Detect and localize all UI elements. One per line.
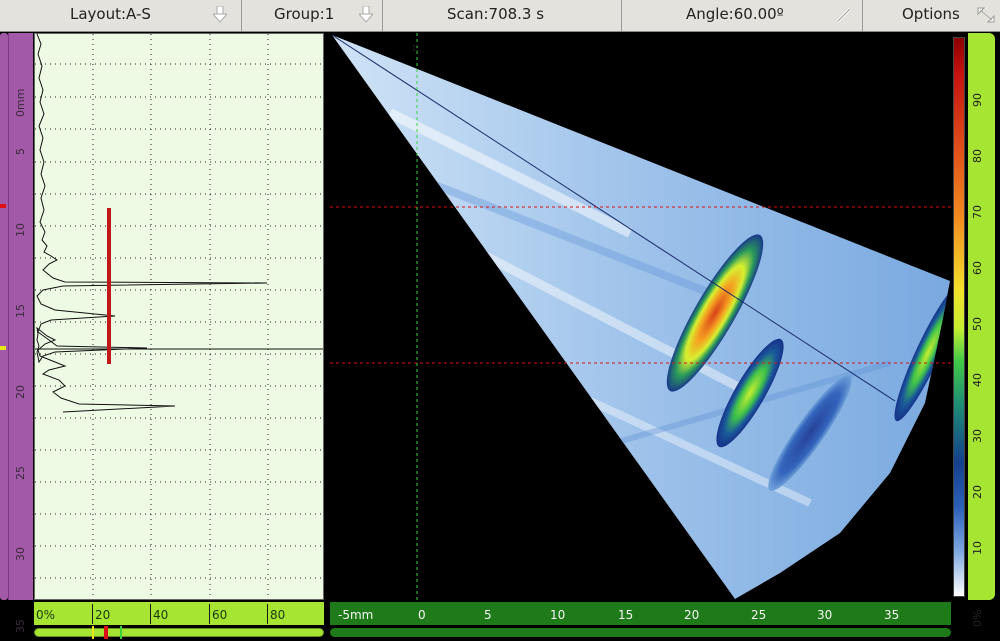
cursor-marker[interactable] — [120, 626, 122, 639]
amplitude-tick-mark — [92, 604, 93, 624]
depth-tick: 10 — [14, 223, 27, 237]
amplitude-tick: 0% — [36, 608, 56, 622]
depth-tick: 20 — [14, 385, 27, 399]
amplitude-tick: 60 — [212, 608, 228, 622]
depth-ruler[interactable]: 0mm 5 10 15 20 25 30 35 — [8, 33, 33, 633]
a-scan-waveform — [36, 34, 268, 413]
color-palette-bar — [953, 37, 965, 597]
gate-end-marker[interactable] — [0, 346, 6, 350]
index-slider-track[interactable] — [330, 628, 951, 637]
color-tick: 10 — [971, 541, 984, 555]
color-scale-ruler[interactable]: 90 80 70 60 50 40 30 20 10 0% — [968, 33, 995, 627]
depth-tick: 5 — [14, 148, 27, 155]
beam-fan — [332, 35, 950, 599]
index-tick: 30 — [817, 608, 833, 622]
scan-readout: Scan:708.3 s — [383, 0, 622, 31]
s-scan-panel[interactable]: ⊏ — [330, 33, 951, 600]
group-selector[interactable]: Group:1 — [242, 0, 383, 31]
a-scan-grid — [35, 34, 323, 599]
amplitude-tick: 40 — [153, 608, 169, 622]
amplitude-tick-mark — [267, 604, 268, 624]
color-tick: 30 — [971, 429, 984, 443]
color-tick: 0% — [971, 609, 984, 627]
index-tick: 5 — [484, 608, 492, 622]
color-tick: 70 — [971, 205, 984, 219]
a-scan-plot — [35, 34, 323, 599]
amplitude-tick-mark — [150, 604, 151, 624]
scan-label: Scan:708.3 s — [447, 5, 545, 23]
gate-start-marker[interactable] — [0, 204, 6, 208]
depth-tick: 30 — [14, 547, 27, 561]
dropdown-arrow-icon[interactable] — [359, 6, 373, 24]
a-scan-panel[interactable] — [34, 33, 324, 600]
angle-label: Angle:60.00º — [686, 5, 784, 23]
color-tick: 90 — [971, 93, 984, 107]
dropdown-arrow-icon[interactable] — [213, 6, 227, 24]
depth-tick: 25 — [14, 466, 27, 480]
layout-selector[interactable]: Layout:A-S — [0, 0, 242, 31]
index-tick: 10 — [550, 608, 566, 622]
cursor-marker-label: ⊏ — [412, 43, 420, 54]
color-tick: 50 — [971, 317, 984, 331]
depth-tick: 15 — [14, 304, 27, 318]
index-tick: 25 — [751, 608, 767, 622]
group-label: Group:1 — [274, 5, 335, 23]
amplitude-tick-mark — [209, 604, 210, 624]
color-tick: 60 — [971, 261, 984, 275]
index-tick: 20 — [684, 608, 700, 622]
color-tick: 80 — [971, 149, 984, 163]
pencil-icon[interactable] — [835, 6, 853, 24]
depth-tick: 35 — [14, 619, 27, 633]
index-tick: -5mm — [338, 608, 374, 622]
color-tick: 20 — [971, 485, 984, 499]
layout-label: Layout:A-S — [70, 5, 151, 23]
expand-arrows-icon[interactable] — [976, 6, 996, 24]
index-tick: 35 — [884, 608, 900, 622]
options-label: Options — [902, 5, 960, 23]
amplitude-tick: 80 — [270, 608, 286, 622]
amplitude-slider-track[interactable] — [34, 628, 324, 637]
reference-marker[interactable] — [92, 626, 94, 639]
depth-tick: 0mm — [14, 88, 27, 117]
angle-selector[interactable]: Angle:60.00º — [622, 0, 863, 31]
index-tick: 15 — [618, 608, 634, 622]
index-tick: 0 — [418, 608, 426, 622]
depth-ruler-edge — [0, 33, 8, 600]
gate-level-marker[interactable] — [104, 626, 108, 639]
amplitude-tick: 20 — [95, 608, 111, 622]
color-tick: 40 — [971, 373, 984, 387]
toolbar: Layout:A-S Group:1 Scan:708.3 s Angle:60… — [0, 0, 1000, 32]
s-scan-image: ⊏ — [330, 33, 951, 600]
options-menu[interactable]: Options — [863, 0, 1000, 31]
